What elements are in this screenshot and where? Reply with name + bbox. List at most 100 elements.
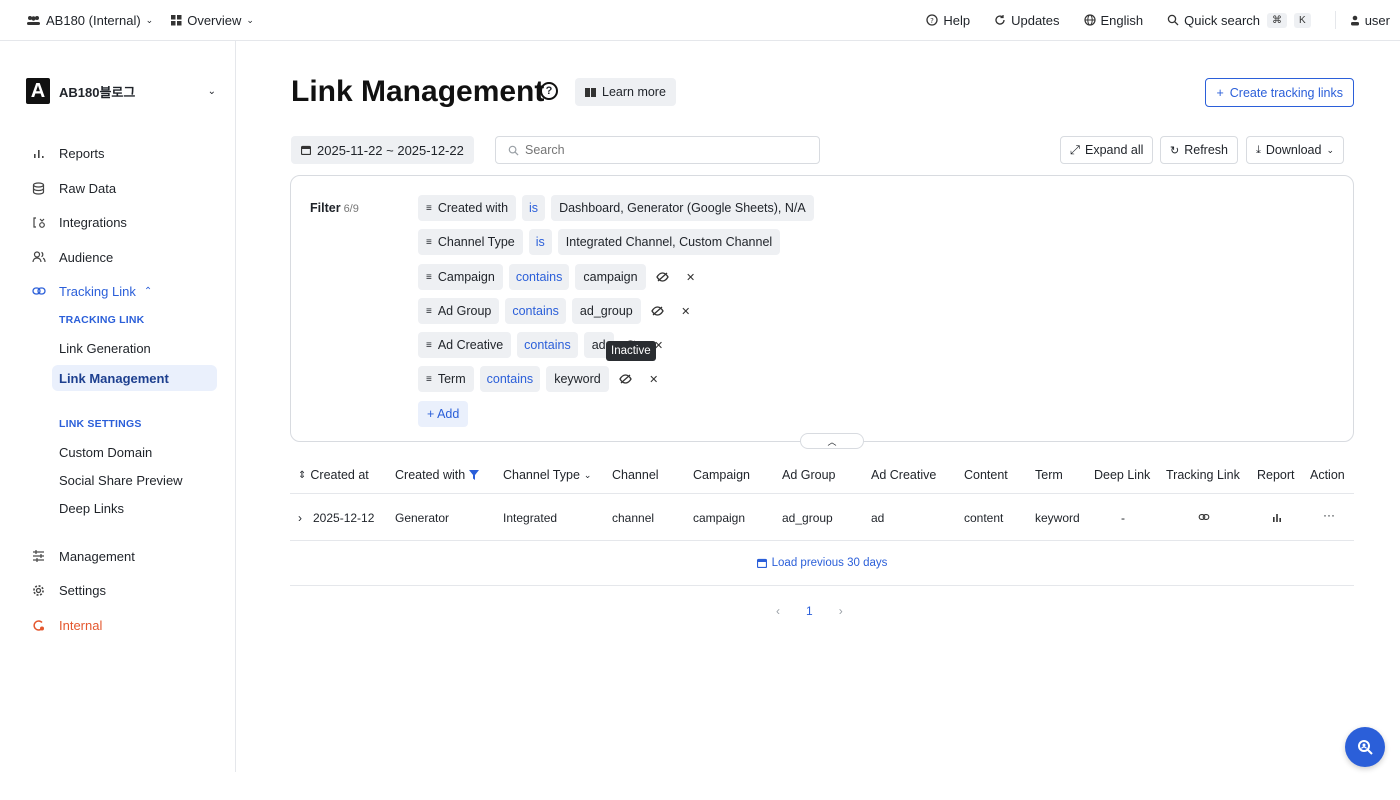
sidebar-item-audience[interactable]: Audience <box>32 246 113 268</box>
sidebar-item-raw-data[interactable]: Raw Data <box>32 177 116 199</box>
filter-operator-chip[interactable]: is <box>528 229 552 255</box>
chevron-down-icon: ⌄ <box>583 469 592 480</box>
more-actions-icon[interactable]: ··· <box>1323 508 1335 522</box>
filter-operator-chip[interactable]: contains <box>517 332 578 358</box>
expand-icon: ⤢ <box>1070 142 1081 157</box>
filter-value-chip[interactable]: Integrated Channel, Custom Channel <box>557 229 781 255</box>
filter-field: Ad Creative <box>437 338 504 352</box>
sidebar-item-social-share-preview[interactable]: Social Share Preview <box>59 473 183 488</box>
filter-field-chip[interactable]: ≡ Ad Group <box>418 298 500 324</box>
filter-lines-icon: ≡ <box>426 202 432 214</box>
eye-off-icon[interactable] <box>652 266 674 288</box>
filter-field-chip[interactable]: ≡ Term <box>418 366 474 392</box>
sidebar-item-integrations[interactable]: Integrations <box>32 211 127 233</box>
date-range-picker[interactable]: 2025-11-22 ~ 2025-12-22 <box>291 136 474 164</box>
filter-operator-chip[interactable]: contains <box>508 264 570 290</box>
column-channel[interactable]: Channel <box>612 468 659 482</box>
sidebar-item-management[interactable]: Management <box>32 545 135 567</box>
people-icon <box>26 15 41 26</box>
learn-more-button[interactable]: Learn more <box>575 78 676 106</box>
filter-value-chip[interactable]: campaign <box>575 264 646 290</box>
download-label: Download <box>1265 143 1322 157</box>
inactive-tooltip: Inactive <box>606 341 656 361</box>
report-chart-icon[interactable] <box>1272 512 1282 522</box>
org-name: AB180 (Internal) <box>46 12 141 28</box>
add-filter-button[interactable]: + Add <box>418 401 469 427</box>
filter-value-chip[interactable]: Dashboard, Generator (Google Sheets), N/… <box>551 195 814 221</box>
user-menu[interactable]: user <box>1350 13 1390 28</box>
filter-operator-chip[interactable]: contains <box>505 298 566 324</box>
workspace-name: AB180블로그 <box>59 84 136 100</box>
main-content: Link Management ? Learn more + Create tr… <box>236 41 1400 800</box>
sidebar-item-link-management[interactable]: Link Management <box>52 365 217 391</box>
load-previous-button[interactable]: Load previous 30 days <box>290 541 1354 586</box>
sidebar-item-tracking-link[interactable]: Tracking Link ⌃ <box>32 280 152 302</box>
table-row[interactable]: › 2025-12-12 Generator Integrated channe… <box>290 494 1354 541</box>
create-tracking-links-button[interactable]: + Create tracking links <box>1205 78 1354 107</box>
question-circle-icon[interactable]: ? <box>540 82 558 100</box>
close-icon[interactable]: ✕ <box>675 300 697 322</box>
search-input[interactable] <box>525 143 805 157</box>
filter-field-chip[interactable]: ≡ Created with <box>418 195 517 221</box>
expand-all-button[interactable]: ⤢ Expand all <box>1060 136 1154 164</box>
column-campaign[interactable]: Campaign <box>693 468 750 482</box>
next-page-button[interactable]: › <box>839 604 843 618</box>
org-switcher[interactable]: AB180 (Internal) ⌄ <box>26 13 153 28</box>
bar-chart-icon <box>32 147 47 159</box>
view-switcher[interactable]: Overview ⌄ <box>171 13 254 28</box>
close-icon[interactable]: ✕ <box>680 266 702 288</box>
sidebar-item-reports[interactable]: Reports <box>32 142 105 164</box>
sidebar-item-settings[interactable]: Settings <box>32 579 106 601</box>
user-label: user <box>1364 12 1390 28</box>
sidebar-item-custom-domain[interactable]: Custom Domain <box>59 445 152 460</box>
help-link[interactable]: ? Help <box>926 13 970 28</box>
column-created-at[interactable]: ⇕ Created at <box>298 468 369 482</box>
filter-operator-chip[interactable]: contains <box>479 366 541 392</box>
close-icon[interactable]: ✕ <box>643 368 665 390</box>
updates-link[interactable]: Updates <box>994 13 1060 28</box>
download-icon: ⤓ <box>1256 143 1261 156</box>
quick-search-button[interactable]: Quick search ⌘ K <box>1167 12 1311 28</box>
filter-value-chip[interactable]: ad_group <box>571 298 641 324</box>
question-circle-icon: ? <box>926 14 938 26</box>
eye-off-icon[interactable] <box>615 368 637 390</box>
refresh-button[interactable]: ↻ Refresh <box>1160 136 1238 164</box>
column-report[interactable]: Report <box>1257 468 1295 482</box>
filter-label: Filter 6/9 <box>310 201 359 215</box>
column-deep-link[interactable]: Deep Link <box>1094 468 1150 482</box>
filter-operator-chip[interactable]: is <box>522 195 546 221</box>
support-search-fab[interactable] <box>1345 727 1385 767</box>
page-1-button[interactable]: 1 <box>806 604 813 618</box>
sidebar-item-link-generation[interactable]: Link Generation <box>59 341 151 356</box>
chevron-up-icon: ⌃ <box>143 285 153 297</box>
sidebar-item-internal[interactable]: Internal <box>32 614 102 636</box>
filter-value-chip[interactable]: keyword <box>546 366 609 392</box>
filter-lines-icon: ≡ <box>426 271 432 283</box>
prev-page-button[interactable]: ‹ <box>776 604 780 618</box>
workspace-switcher[interactable]: A AB180블로그 ⌄ <box>26 77 216 105</box>
filter-field-chip[interactable]: ≡ Channel Type <box>418 229 523 255</box>
column-term[interactable]: Term <box>1035 468 1063 482</box>
column-content[interactable]: Content <box>964 468 1008 482</box>
column-action[interactable]: Action <box>1310 468 1345 482</box>
cell-channel-type: Integrated <box>503 511 558 525</box>
column-channel-type[interactable]: Channel Type ⌄ <box>503 468 591 482</box>
language-switcher[interactable]: English <box>1083 13 1143 28</box>
filter-title: Filter <box>310 201 341 215</box>
expand-row-icon[interactable]: › <box>298 511 302 525</box>
sidebar-item-deep-links[interactable]: Deep Links <box>59 501 124 516</box>
filter-field-chip[interactable]: ≡ Campaign <box>418 264 503 290</box>
chevron-down-icon: ⌄ <box>246 14 254 25</box>
column-created-with[interactable]: Created with <box>395 468 480 482</box>
workspace-logo: A <box>26 78 50 104</box>
column-ad-group[interactable]: Ad Group <box>782 468 836 482</box>
column-tracking-link[interactable]: Tracking Link <box>1166 468 1240 482</box>
eye-off-icon[interactable] <box>647 300 669 322</box>
collapse-filter-button[interactable]: ︿ <box>800 433 864 449</box>
column-ad-creative[interactable]: Ad Creative <box>871 468 936 482</box>
download-button[interactable]: ⤓ Download ⌄ <box>1246 136 1345 164</box>
filter-field: Created with <box>437 201 509 215</box>
cell-term: keyword <box>1035 511 1080 525</box>
filter-field-chip[interactable]: ≡ Ad Creative <box>418 332 512 358</box>
link-icon[interactable] <box>1198 513 1210 521</box>
